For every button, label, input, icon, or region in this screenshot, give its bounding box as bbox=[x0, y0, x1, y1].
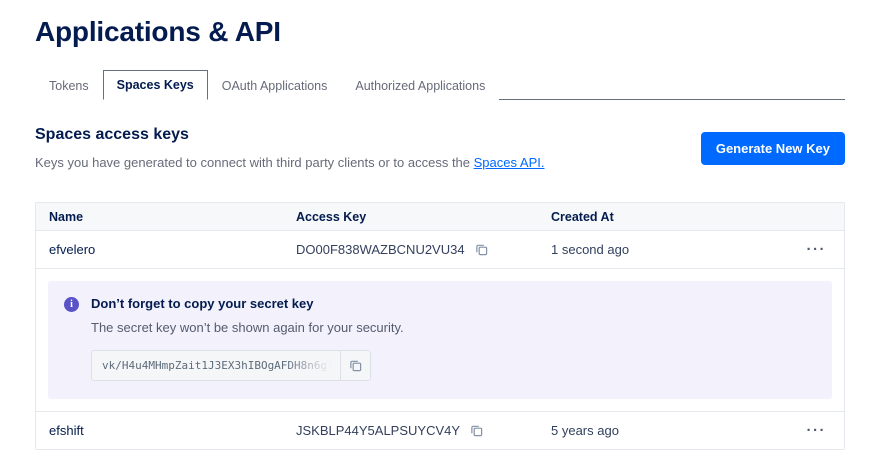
table-header-row: Name Access Key Created At bbox=[36, 203, 844, 231]
generate-new-key-button[interactable]: Generate New Key bbox=[701, 132, 845, 165]
section-header-text: Spaces access keys Keys you have generat… bbox=[35, 126, 544, 170]
row-actions-cell: ··· bbox=[796, 422, 844, 439]
secret-key-field[interactable]: vk/H4u4MHmpZait1J3EX3hIBOgAFDH8n6gTv3H4k… bbox=[92, 351, 340, 380]
table-row-efvelero: efvelero DO00F838WAZBCNU2VU34 1 second a… bbox=[36, 231, 844, 269]
page-title: Applications & API bbox=[35, 16, 845, 48]
secret-key-notice: i Don’t forget to copy your secret key T… bbox=[48, 281, 832, 399]
row-actions-cell: ··· bbox=[796, 241, 844, 258]
column-header-access-key: Access Key bbox=[296, 210, 551, 224]
spaces-api-link[interactable]: Spaces API. bbox=[474, 155, 545, 170]
applications-api-page: Applications & API Tokens Spaces Keys OA… bbox=[0, 0, 889, 450]
section-description: Keys you have generated to connect with … bbox=[35, 155, 544, 170]
tab-spaces-keys[interactable]: Spaces Keys bbox=[103, 70, 208, 100]
tab-tokens[interactable]: Tokens bbox=[35, 71, 103, 100]
section-header: Spaces access keys Keys you have generat… bbox=[35, 126, 845, 170]
section-description-text: Keys you have generated to connect with … bbox=[35, 155, 474, 170]
copy-access-key-icon[interactable] bbox=[475, 243, 488, 256]
access-key-cell: JSKBLP44Y5ALPSUYCV4Y bbox=[296, 423, 551, 438]
tab-authorized-applications[interactable]: Authorized Applications bbox=[341, 71, 499, 100]
secret-key-notice-wrap: i Don’t forget to copy your secret key T… bbox=[36, 269, 844, 411]
row-menu-button[interactable]: ··· bbox=[807, 241, 827, 258]
tab-bar: Tokens Spaces Keys OAuth Applications Au… bbox=[35, 72, 845, 100]
tab-oauth-applications[interactable]: OAuth Applications bbox=[208, 71, 342, 100]
table-row-efshift: efshift JSKBLP44Y5ALPSUYCV4Y 5 years ago… bbox=[36, 411, 844, 449]
notice-title: Don’t forget to copy your secret key bbox=[91, 296, 404, 311]
created-at-value: 5 years ago bbox=[551, 423, 796, 438]
notice-content: Don’t forget to copy your secret key The… bbox=[91, 296, 404, 381]
created-at-value: 1 second ago bbox=[551, 242, 796, 257]
access-key-value: JSKBLP44Y5ALPSUYCV4Y bbox=[296, 423, 460, 438]
copy-secret-key-button[interactable] bbox=[340, 351, 370, 380]
info-icon: i bbox=[64, 297, 79, 312]
section-heading: Spaces access keys bbox=[35, 126, 544, 144]
key-name: efshift bbox=[49, 423, 296, 438]
access-key-cell: DO00F838WAZBCNU2VU34 bbox=[296, 242, 551, 257]
notice-body: The secret key won’t be shown again for … bbox=[91, 320, 404, 335]
secret-key-field-group: vk/H4u4MHmpZait1J3EX3hIBOgAFDH8n6gTv3H4k… bbox=[91, 350, 371, 381]
key-name: efvelero bbox=[49, 242, 296, 257]
access-keys-table: Name Access Key Created At efvelero DO00… bbox=[35, 202, 845, 450]
copy-access-key-icon[interactable] bbox=[470, 424, 483, 437]
column-header-name: Name bbox=[49, 210, 296, 224]
secret-key-text: vk/H4u4MHmpZait1J3EX3hIBOgAFDH8n6gTv3H4k… bbox=[102, 359, 340, 372]
row-menu-button[interactable]: ··· bbox=[807, 422, 827, 439]
column-header-created-at: Created At bbox=[551, 210, 796, 224]
access-key-value: DO00F838WAZBCNU2VU34 bbox=[296, 242, 465, 257]
